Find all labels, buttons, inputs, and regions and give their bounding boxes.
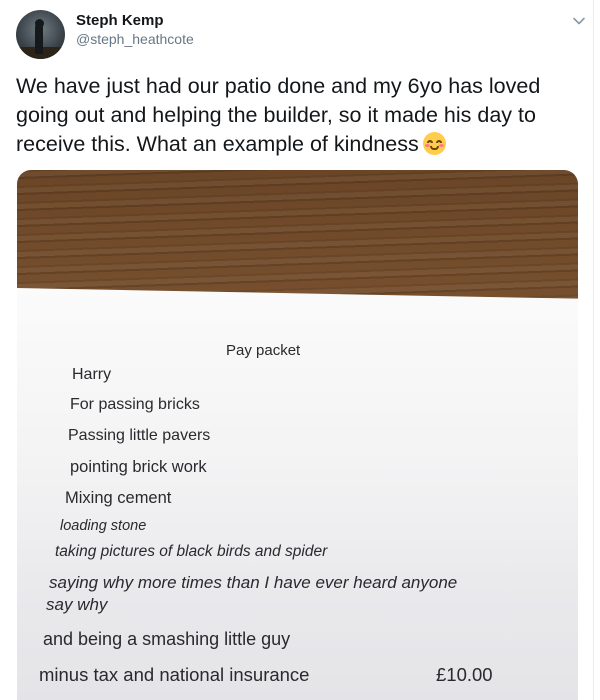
note-line: saying why more times than I have ever h…: [49, 573, 458, 592]
note-line: say why: [46, 595, 108, 614]
avatar[interactable]: [16, 10, 65, 59]
pay-packet-note: Pay packet Harry For passing bricks Pass…: [17, 288, 578, 700]
author-name[interactable]: Steph Kemp: [76, 12, 164, 29]
note-line: and being a smashing little guy: [43, 629, 291, 649]
note-line: Passing little pavers: [68, 427, 211, 444]
smiling-face-icon: [422, 132, 446, 155]
chevron-down-icon[interactable]: [572, 14, 586, 28]
note-line: For passing bricks: [70, 396, 200, 413]
tweet-card: Steph Kemp @steph_heathcote We have just…: [0, 0, 594, 700]
note-line: taking pictures of black birds and spide…: [55, 543, 328, 560]
note-line: Mixing cement: [65, 489, 172, 507]
note-line: pointing brick work: [70, 458, 207, 476]
note-title: Pay packet: [226, 342, 301, 359]
note-line: loading stone: [60, 518, 147, 534]
note-line: minus tax and national insurance: [39, 664, 310, 685]
note-line: Harry: [72, 366, 112, 383]
tweet-header: Steph Kemp @steph_heathcote: [16, 8, 586, 59]
author-handle[interactable]: @steph_heathcote: [76, 31, 194, 47]
tweet-photo[interactable]: Pay packet Harry For passing bricks Pass…: [17, 170, 578, 700]
note-amount: £10.00: [436, 664, 493, 685]
tweet-text: We have just had our patio done and my 6…: [16, 72, 588, 159]
tweet-body: We have just had our patio done and my 6…: [16, 74, 541, 156]
